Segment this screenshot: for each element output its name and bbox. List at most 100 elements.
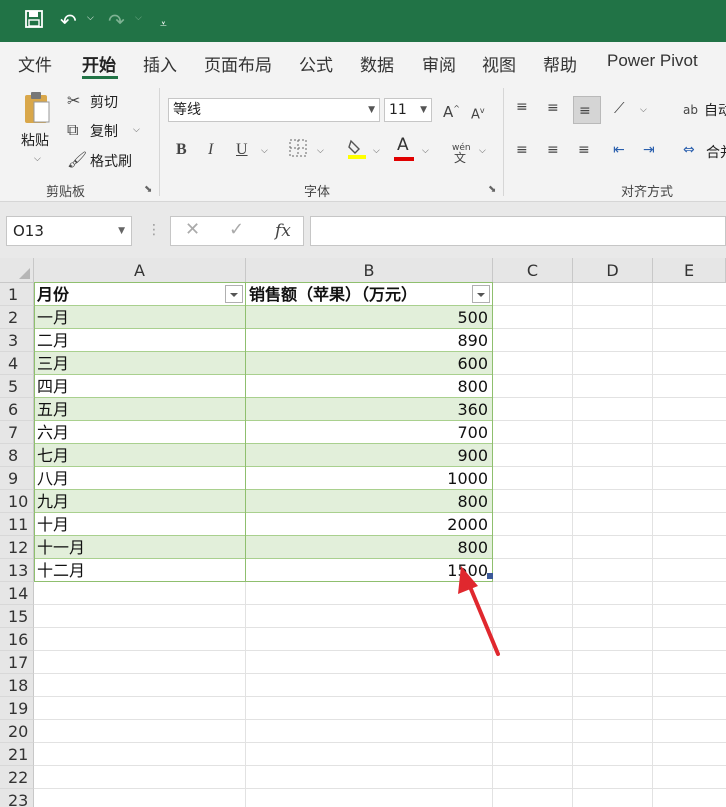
cell-month[interactable]: 二月 [37,329,69,352]
merge-button[interactable]: 合并 [706,142,726,162]
copy-dropdown-icon[interactable]: ⌵ [133,125,140,135]
row-header[interactable]: 23 [0,789,34,807]
tab-insert[interactable]: 插入 [143,51,177,76]
filter-dropdown-icon[interactable] [225,285,243,303]
paste-label[interactable]: 粘贴 [21,130,49,150]
row-header[interactable]: 5 [0,375,34,398]
cell-sales[interactable]: 900 [248,444,490,467]
tab-view[interactable]: 视图 [482,51,516,76]
cell-month[interactable]: 十月 [37,513,69,536]
phonetic-dropdown-icon[interactable]: ⌵ [479,146,486,156]
increase-font-icon[interactable]: A^ [443,99,460,122]
redo-icon[interactable]: ↷ [108,9,125,33]
cell-sales[interactable]: 890 [248,329,490,352]
save-icon[interactable] [24,9,44,36]
row-header[interactable]: 21 [0,743,34,766]
cell-sales[interactable]: 1500 [248,559,490,582]
tab-formulas[interactable]: 公式 [299,51,333,76]
row-header[interactable]: 19 [0,697,34,720]
cell-sales[interactable]: 800 [248,536,490,559]
table-header-month[interactable]: 月份 [37,282,69,306]
column-header-d[interactable]: D [573,258,653,283]
cancel-icon[interactable]: ✕ [185,219,200,240]
insert-function-icon[interactable]: fx [275,221,291,241]
clipboard-launcher-icon[interactable]: ⬊ [144,184,152,195]
orientation-icon[interactable]: ⟋ [614,98,625,118]
cell-sales[interactable]: 800 [248,490,490,513]
align-middle-icon[interactable]: ≡ [547,98,559,118]
orientation-dropdown-icon[interactable]: ⌵ [640,105,647,115]
increase-indent-icon[interactable]: ⇥ [643,140,655,160]
row-header[interactable]: 7 [0,421,34,444]
column-header-e[interactable]: E [653,258,726,283]
cell-sales[interactable]: 600 [248,352,490,375]
row-header[interactable]: 8 [0,444,34,467]
cell-sales[interactable]: 1000 [248,467,490,490]
tab-file[interactable]: 文件 [18,51,52,76]
tab-help[interactable]: 帮助 [543,51,577,76]
row-header[interactable]: 9 [0,467,34,490]
font-color-dropdown-icon[interactable]: ⌵ [422,146,429,156]
tab-page-layout[interactable]: 页面布局 [204,51,272,76]
cell-month[interactable]: 四月 [37,375,69,398]
undo-icon[interactable]: ↶ [60,9,77,33]
paste-icon[interactable] [22,90,52,131]
confirm-icon[interactable]: ✓ [229,219,244,240]
row-header[interactable]: 15 [0,605,34,628]
underline-dropdown-icon[interactable]: ⌵ [261,146,268,156]
cell-month[interactable]: 十一月 [37,536,85,559]
column-header-c[interactable]: C [493,258,573,283]
decrease-indent-icon[interactable]: ⇤ [613,140,625,160]
drag-handle-icon[interactable]: ⋮ [147,222,161,238]
name-box[interactable]: O13 ▼ [6,216,132,246]
table-resize-handle[interactable] [487,573,493,579]
font-size-select[interactable]: 11 ▼ [384,98,432,122]
row-header[interactable]: 6 [0,398,34,421]
cell-sales[interactable]: 800 [248,375,490,398]
font-launcher-icon[interactable]: ⬊ [488,184,496,195]
wrap-text-button[interactable]: 自动 [704,100,726,120]
copy-button[interactable]: 复制 [90,121,118,141]
font-color-icon[interactable]: A [397,135,409,155]
row-header[interactable]: 16 [0,628,34,651]
row-header[interactable]: 2 [0,306,34,329]
column-header-a[interactable]: A [34,258,246,283]
tab-review[interactable]: 审阅 [422,51,456,76]
cell-month[interactable]: 九月 [37,490,69,513]
cell-month[interactable]: 一月 [37,306,69,329]
decrease-font-icon[interactable]: Av [471,101,485,125]
row-header[interactable]: 3 [0,329,34,352]
border-icon[interactable] [289,139,307,162]
row-header[interactable]: 10 [0,490,34,513]
cell-sales[interactable]: 360 [248,398,490,421]
row-header[interactable]: 13 [0,559,34,582]
row-header[interactable]: 14 [0,582,34,605]
format-painter-button[interactable]: 格式刷 [90,151,132,171]
align-right-icon[interactable]: ≡ [578,140,590,160]
bold-button[interactable]: B [176,140,187,160]
undo-dropdown-icon[interactable]: ⌵ [87,13,94,23]
cell-month[interactable]: 七月 [37,444,69,467]
row-header[interactable]: 1 [0,283,34,306]
column-header-b[interactable]: B [246,258,493,283]
cell-month[interactable]: 八月 [37,467,69,490]
cell-month[interactable]: 六月 [37,421,69,444]
row-header[interactable]: 22 [0,766,34,789]
cell-month[interactable]: 三月 [37,352,69,375]
font-name-select[interactable]: 等线 ▼ [168,98,380,122]
worksheet-grid[interactable]: A B C D E 1 2 3 4 5 6 7 8 9 10 11 12 13 14 15 16 17 18 19 2… [0,258,726,807]
table-header-sales[interactable]: 销售额（苹果）（万元） [249,282,417,306]
fill-color-icon[interactable] [346,137,368,164]
row-header[interactable]: 20 [0,720,34,743]
italic-button[interactable]: I [208,140,213,160]
align-left-icon[interactable]: ≡ [516,140,528,160]
select-all-button[interactable] [0,258,34,283]
underline-button[interactable]: U [236,140,248,160]
tab-home[interactable]: 开始 [82,51,116,76]
row-header[interactable]: 11 [0,513,34,536]
filter-dropdown-icon[interactable] [472,285,490,303]
cell-sales[interactable]: 500 [248,306,490,329]
paste-dropdown-icon[interactable]: ⌵ [34,154,41,164]
cell-month[interactable]: 十二月 [37,559,85,582]
row-header[interactable]: 12 [0,536,34,559]
